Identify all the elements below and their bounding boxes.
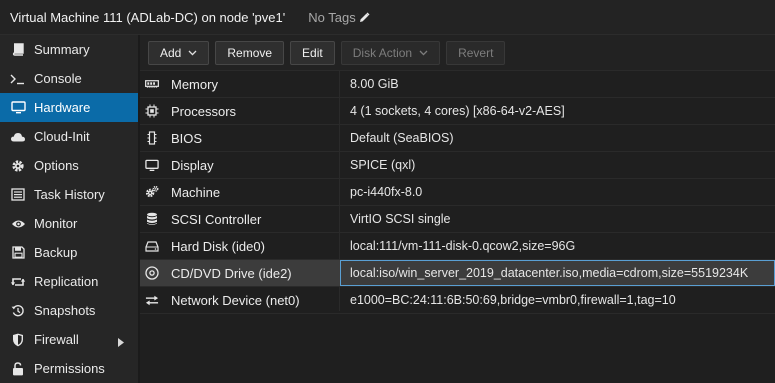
sidebar-item-label: Task History [34,187,105,202]
book-icon [10,42,26,58]
hardware-name: Hard Disk (ide0) [171,238,265,254]
pencil-icon[interactable] [359,12,370,23]
sidebar-item-label: Backup [34,245,78,260]
exchange-icon [145,293,159,307]
hardware-value: local:111/vm-111-disk-0.qcow2,size=96G [350,239,576,253]
sidebar-item-label: Summary [34,42,90,57]
hardware-value: e1000=BC:24:11:6B:50:69,bridge=vmbr0,fir… [350,293,676,307]
floppy-icon [10,245,26,261]
sidebar-item-cloud-init[interactable]: Cloud-Init [0,122,138,151]
edit-button-label: Edit [302,45,323,60]
hardware-value: 8.00 GiB [350,77,399,91]
sidebar-item-permissions[interactable]: Permissions [0,354,138,383]
sidebar-item-snapshots[interactable]: Snapshots [0,296,138,325]
harddisk-icon [145,239,159,253]
chevron-right-icon [118,335,124,350]
hardware-panel: Add Remove Edit Disk Action Revert Memor… [140,35,775,383]
toolbar: Add Remove Edit Disk Action Revert [140,35,775,71]
hardware-row-network-device[interactable]: Network Device (net0) e1000=BC:24:11:6B:… [140,287,775,314]
hardware-name: CD/DVD Drive (ide2) [171,265,292,281]
hardware-value: Default (SeaBIOS) [350,131,454,145]
monitor-icon [10,100,26,116]
retweet-icon [10,274,26,290]
hardware-row-cd-dvd-drive[interactable]: CD/DVD Drive (ide2) local:iso/win_server… [140,260,775,287]
sidebar-item-options[interactable]: Options [0,151,138,180]
hardware-value: pc-i440fx-8.0 [350,185,423,199]
chevron-down-icon [419,50,428,56]
sidebar-item-console[interactable]: Console [0,64,138,93]
sidebar-item-label: Monitor [34,216,78,231]
list-icon [10,187,26,203]
tags-area[interactable]: No Tags [308,9,370,25]
terminal-icon [10,71,26,87]
hardware-name: BIOS [171,130,203,146]
sidebar-item-label: Cloud-Init [34,129,90,144]
hardware-value: SPICE (qxl) [350,158,416,172]
hardware-name: Processors [171,103,237,119]
cdrom-icon [145,266,159,280]
hardware-name: Network Device (net0) [171,292,300,308]
add-button-label: Add [160,45,182,60]
hardware-name: Display [171,157,214,173]
sidebar-item-label: Permissions [34,361,105,376]
hardware-row-scsi-controller[interactable]: SCSI Controller VirtIO SCSI single [140,206,775,233]
sidebar-item-backup[interactable]: Backup [0,238,138,267]
gear-icon [10,158,26,174]
hardware-grid: Memory 8.00 GiB Processors 4 (1 sockets,… [140,71,775,314]
sidebar-item-monitor[interactable]: Monitor [0,209,138,238]
hardware-row-bios[interactable]: BIOS Default (SeaBIOS) [140,125,775,152]
revert-button-label: Revert [458,45,494,60]
add-button[interactable]: Add [148,40,210,65]
eye-icon [10,216,26,232]
unlock-icon [10,361,26,377]
hardware-value: 4 (1 sockets, 4 cores) [x86-64-v2-AES] [350,104,565,118]
sidebar-item-label: Replication [34,274,99,289]
revert-button[interactable]: Revert [446,40,506,65]
hardware-name: Memory [171,76,218,92]
sidebar-item-label: Options [34,158,79,173]
sidebar-item-firewall[interactable]: Firewall [0,325,138,354]
hardware-value: local:iso/win_server_2019_datacenter.iso… [340,260,775,286]
chevron-down-icon [188,50,197,56]
remove-button[interactable]: Remove [215,40,285,65]
sidebar-item-label: Firewall [34,332,79,347]
hardware-row-processors[interactable]: Processors 4 (1 sockets, 4 cores) [x86-6… [140,98,775,125]
edit-button[interactable]: Edit [290,40,335,65]
cogs-icon [145,185,159,199]
shield-icon [10,332,26,348]
display-icon [145,158,159,172]
database-icon [145,212,159,226]
tags-label: No Tags [308,9,356,25]
sidebar-item-label: Hardware [34,100,91,115]
remove-button-label: Remove [227,45,273,60]
sidebar-item-hardware[interactable]: Hardware [0,93,138,122]
hardware-row-machine[interactable]: Machine pc-i440fx-8.0 [140,179,775,206]
memory-icon [145,77,159,91]
vm-title: Virtual Machine 111 (ADLab-DC) on node '… [10,9,286,25]
cpu-icon [145,104,159,118]
title-bar: Virtual Machine 111 (ADLab-DC) on node '… [0,0,775,35]
disk-action-label: Disk Action [352,45,413,60]
hardware-row-memory[interactable]: Memory 8.00 GiB [140,71,775,98]
cloud-icon [10,129,26,145]
sidebar-item-task-history[interactable]: Task History [0,180,138,209]
hardware-name: Machine [171,184,221,200]
history-icon [10,303,26,319]
hardware-value: VirtIO SCSI single [350,212,451,226]
bios-chip-icon [145,131,159,145]
sidebar-nav: Summary Console Hardware Cloud-Init Opti… [0,35,138,383]
hardware-name: SCSI Controller [171,211,262,227]
disk-action-button[interactable]: Disk Action [340,40,441,65]
sidebar-item-summary[interactable]: Summary [0,35,138,64]
hardware-row-display[interactable]: Display SPICE (qxl) [140,152,775,179]
sidebar-item-replication[interactable]: Replication [0,267,138,296]
hardware-row-hard-disk[interactable]: Hard Disk (ide0) local:111/vm-111-disk-0… [140,233,775,260]
sidebar-item-label: Console [34,71,82,86]
sidebar-item-label: Snapshots [34,303,96,318]
